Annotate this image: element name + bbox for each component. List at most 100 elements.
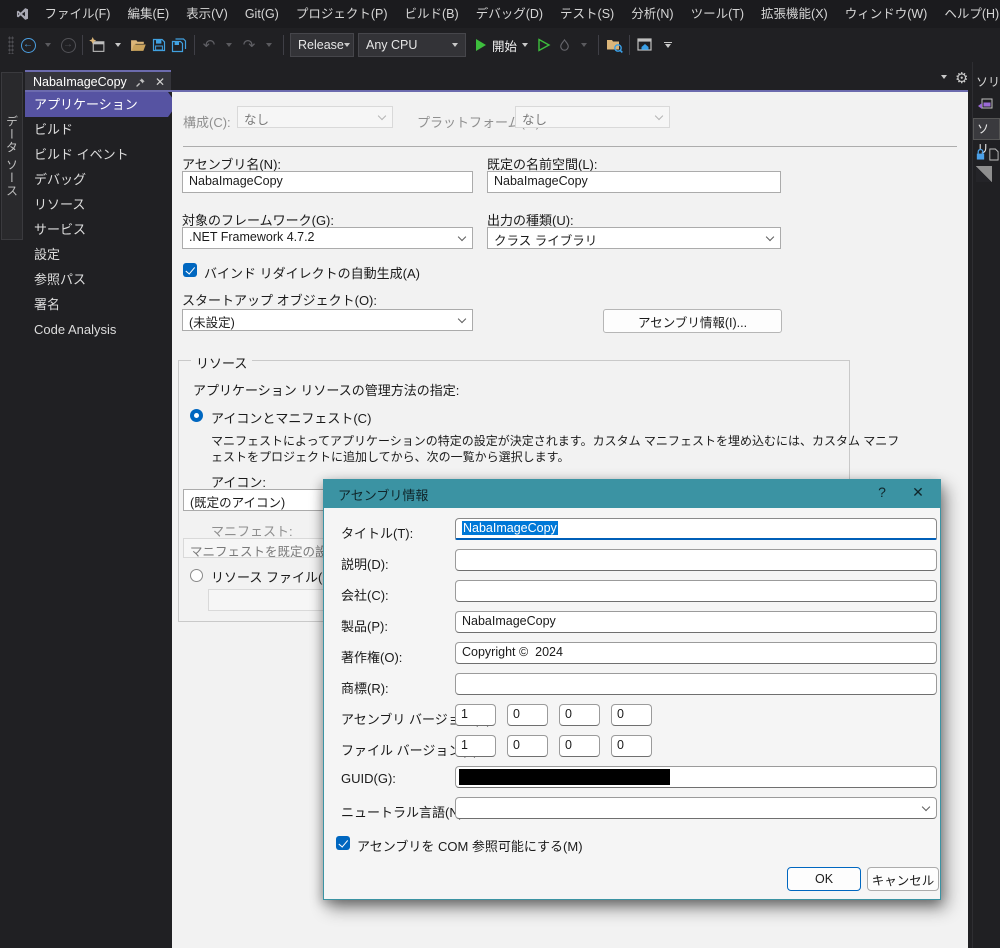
nav-services[interactable]: サービス: [25, 217, 172, 242]
menu-build[interactable]: ビルド(B): [396, 0, 467, 28]
nav-resources[interactable]: リソース: [25, 192, 172, 217]
target-framework-combo[interactable]: .NET Framework 4.7.2: [182, 227, 473, 249]
menu-project[interactable]: プロジェクト(P): [287, 0, 396, 28]
close-icon[interactable]: ✕: [155, 75, 165, 89]
solution-switch-icon[interactable]: [977, 96, 993, 112]
undo-button[interactable]: ↶: [199, 33, 219, 57]
navigate-back-button[interactable]: ←: [18, 33, 38, 57]
default-namespace-input[interactable]: NabaImageCopy: [487, 171, 781, 193]
start-debug-button[interactable]: 開始: [474, 33, 530, 57]
menu-window[interactable]: ウィンドウ(W): [836, 0, 936, 28]
product-input[interactable]: NabaImageCopy: [455, 611, 937, 633]
nav-code-analysis[interactable]: Code Analysis: [25, 317, 172, 342]
help-button[interactable]: ?: [872, 484, 892, 500]
company-input[interactable]: [455, 580, 937, 602]
navigate-back-dropdown[interactable]: [38, 33, 58, 57]
visual-studio-window: ファイル(F) 編集(E) 表示(V) Git(G) プロジェクト(P) ビルド…: [0, 0, 1000, 948]
copyright-input[interactable]: Copyright © 2024: [455, 642, 937, 664]
nav-settings[interactable]: 設定: [25, 242, 172, 267]
assembly-version-build[interactable]: 0: [559, 704, 600, 726]
solution-explorer-tab[interactable]: ソリ: [973, 118, 1000, 156]
ok-button[interactable]: OK: [787, 867, 861, 891]
home-window-button[interactable]: [634, 33, 656, 57]
gear-icon[interactable]: ⚙: [955, 69, 968, 87]
nav-build[interactable]: ビルド: [25, 117, 172, 142]
solution-explorer-panel: ソリ ソリ: [972, 62, 1000, 948]
menu-tools[interactable]: ツール(T): [682, 0, 752, 28]
menu-test[interactable]: テスト(S): [552, 0, 623, 28]
menu-git[interactable]: Git(G): [236, 0, 287, 28]
close-icon[interactable]: ✕: [908, 484, 928, 501]
nav-reference-paths[interactable]: 参照パス: [25, 267, 172, 292]
solution-platform-combo[interactable]: Any CPU: [358, 33, 466, 57]
com-visible-checkbox[interactable]: [336, 836, 350, 850]
document-tab[interactable]: NabaImageCopy ✕: [25, 70, 171, 92]
trademark-input[interactable]: [455, 673, 937, 695]
file-version-revision[interactable]: 0: [611, 735, 652, 757]
file-version-build[interactable]: 0: [559, 735, 600, 757]
save-all-icon: [171, 37, 187, 52]
manifest-description-line1: マニフェストによってアプリケーションの特定の設定が決定されます。カスタム マニフ…: [211, 434, 900, 448]
hot-reload-button[interactable]: [554, 33, 574, 57]
new-project-button[interactable]: [87, 33, 108, 57]
neutral-language-combo[interactable]: (なし): [455, 797, 937, 819]
nav-build-events[interactable]: ビルド イベント: [25, 142, 172, 167]
menu-analyze[interactable]: 分析(N): [623, 0, 682, 28]
menu-debug[interactable]: デバッグ(D): [467, 0, 551, 28]
pin-icon[interactable]: [131, 74, 151, 90]
open-file-button[interactable]: [128, 33, 149, 57]
startup-object-combo[interactable]: (未設定): [182, 309, 473, 331]
dialog-titlebar[interactable]: アセンブリ情報: [324, 480, 940, 508]
menu-edit[interactable]: 編集(E): [119, 0, 178, 28]
file-version-major[interactable]: 1: [455, 735, 496, 757]
start-without-debug-button[interactable]: [534, 33, 554, 57]
nav-signing[interactable]: 署名: [25, 292, 172, 317]
document-tab-title: NabaImageCopy: [33, 75, 127, 89]
navigate-forward-button[interactable]: →: [58, 33, 78, 57]
product-field-label: 製品(P):: [341, 619, 388, 634]
icon-manifest-radio[interactable]: [190, 409, 203, 422]
new-project-dropdown[interactable]: [108, 33, 128, 57]
redo-button[interactable]: ↷: [239, 33, 259, 57]
output-type-combo[interactable]: クラス ライブラリ: [487, 227, 781, 249]
lock-icon[interactable]: [975, 148, 999, 161]
nav-debug[interactable]: デバッグ: [25, 167, 172, 192]
folder-search-icon: [607, 40, 623, 53]
toolbar-grip[interactable]: [8, 36, 14, 54]
undo-dropdown[interactable]: [219, 33, 239, 57]
assembly-version-revision[interactable]: 0: [611, 704, 652, 726]
menu-view[interactable]: 表示(V): [178, 0, 237, 28]
title-input[interactable]: NabaImageCopy: [455, 518, 937, 540]
separator-line: [183, 146, 957, 147]
assembly-version-major[interactable]: 1: [455, 704, 496, 726]
solution-configuration-combo[interactable]: Release: [290, 33, 354, 57]
start-label: 開始: [492, 39, 518, 54]
toolbar-overflow-button[interactable]: [658, 33, 678, 57]
save-all-button[interactable]: [169, 33, 190, 57]
assembly-version-minor[interactable]: 0: [507, 704, 548, 726]
com-visible-label: アセンブリを COM 参照可能にする(M): [357, 839, 583, 854]
configuration-label: 構成(C):: [183, 115, 231, 130]
auto-binding-redirects-label: バインド リダイレクトの自動生成(A): [204, 266, 420, 281]
file-version-minor[interactable]: 0: [507, 735, 548, 757]
title-field-label: タイトル(T):: [341, 526, 414, 541]
menu-help[interactable]: ヘルプ(H): [936, 0, 1000, 28]
assembly-information-button[interactable]: アセンブリ情報(I)...: [603, 309, 782, 333]
run-icon: [476, 39, 486, 51]
cancel-button[interactable]: キャンセル: [867, 867, 939, 891]
data-sources-tool-tab[interactable]: データ ソース: [1, 72, 23, 240]
show-all-files-button[interactable]: [603, 33, 625, 57]
menu-file[interactable]: ファイル(F): [36, 0, 119, 28]
guid-field-label: GUID(G):: [341, 771, 396, 786]
chevron-down-icon: [457, 232, 467, 242]
save-button[interactable]: [149, 33, 169, 57]
description-input[interactable]: [455, 549, 937, 571]
chevron-down-icon: [765, 232, 775, 242]
redo-dropdown[interactable]: [259, 33, 279, 57]
hot-reload-dropdown[interactable]: [574, 33, 594, 57]
assembly-name-input[interactable]: NabaImageCopy: [182, 171, 473, 193]
nav-application[interactable]: アプリケーション: [25, 92, 177, 117]
auto-binding-redirects-checkbox[interactable]: [183, 263, 197, 277]
menu-extensions[interactable]: 拡張機能(X): [753, 0, 837, 28]
resource-file-radio[interactable]: [190, 569, 203, 582]
